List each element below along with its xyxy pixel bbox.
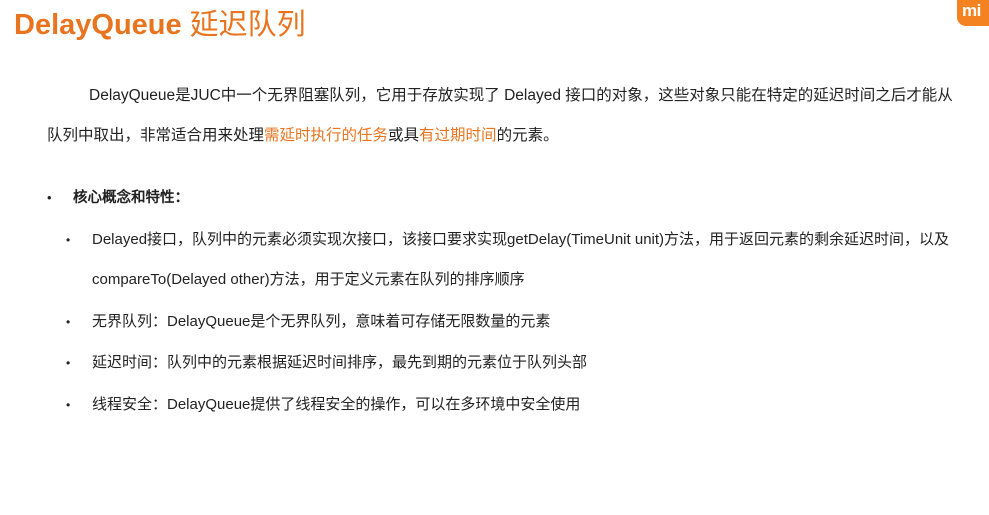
bullet-dot: • <box>66 398 71 412</box>
brand-logo: mi <box>957 0 989 26</box>
bullet-dot: • <box>47 190 52 205</box>
bullet-dot: • <box>66 233 71 247</box>
title-chinese: 延迟队列 <box>189 7 306 41</box>
list-item-text: 线程安全：DelayQueue提供了线程安全的操作，可以在多环境中安全使用 <box>92 396 581 413</box>
slide-title: DelayQueue 延迟队列 <box>14 2 306 46</box>
intro-paragraph: DelayQueue是JUC中一个无界阻塞队列，它用于存放实现了 Delayed… <box>47 76 967 156</box>
list-item-text: 延迟时间：队列中的元素根据延迟时间排序，最先到期的元素位于队列头部 <box>92 354 588 371</box>
list-item-delayed-interface: • Delayed接口，队列中的元素必须实现次接口，该接口要求实现getDela… <box>66 220 971 300</box>
list-item-text: Delayed接口，队列中的元素必须实现次接口，该接口要求实现getDelay(… <box>92 231 950 288</box>
bullet-dot: • <box>66 315 71 329</box>
intro-text-2: 或具 <box>388 127 420 144</box>
list-item-thread-safe: • 线程安全：DelayQueue提供了线程安全的操作，可以在多环境中安全使用 <box>66 385 971 425</box>
list-item-unbounded: • 无界队列：DelayQueue是个无界队列，意味着可存储无限数量的元素 <box>66 302 971 342</box>
title-english: DelayQueue <box>14 9 182 41</box>
section-heading-row: • 核心概念和特性： <box>47 182 189 214</box>
intro-text-3: 的元素。 <box>496 127 559 144</box>
bullet-dot: • <box>66 356 71 370</box>
intro-highlight-expiry: 有过期时间 <box>419 127 497 144</box>
list-item-text: 无界队列：DelayQueue是个无界队列，意味着可存储无限数量的元素 <box>92 313 551 330</box>
list-item-delay-time: • 延迟时间：队列中的元素根据延迟时间排序，最先到期的元素位于队列头部 <box>66 343 971 383</box>
intro-highlight-delayed-tasks: 需延时执行的任务 <box>264 127 389 144</box>
logo-text: mi <box>962 1 981 20</box>
section-heading: 核心概念和特性： <box>73 189 189 206</box>
